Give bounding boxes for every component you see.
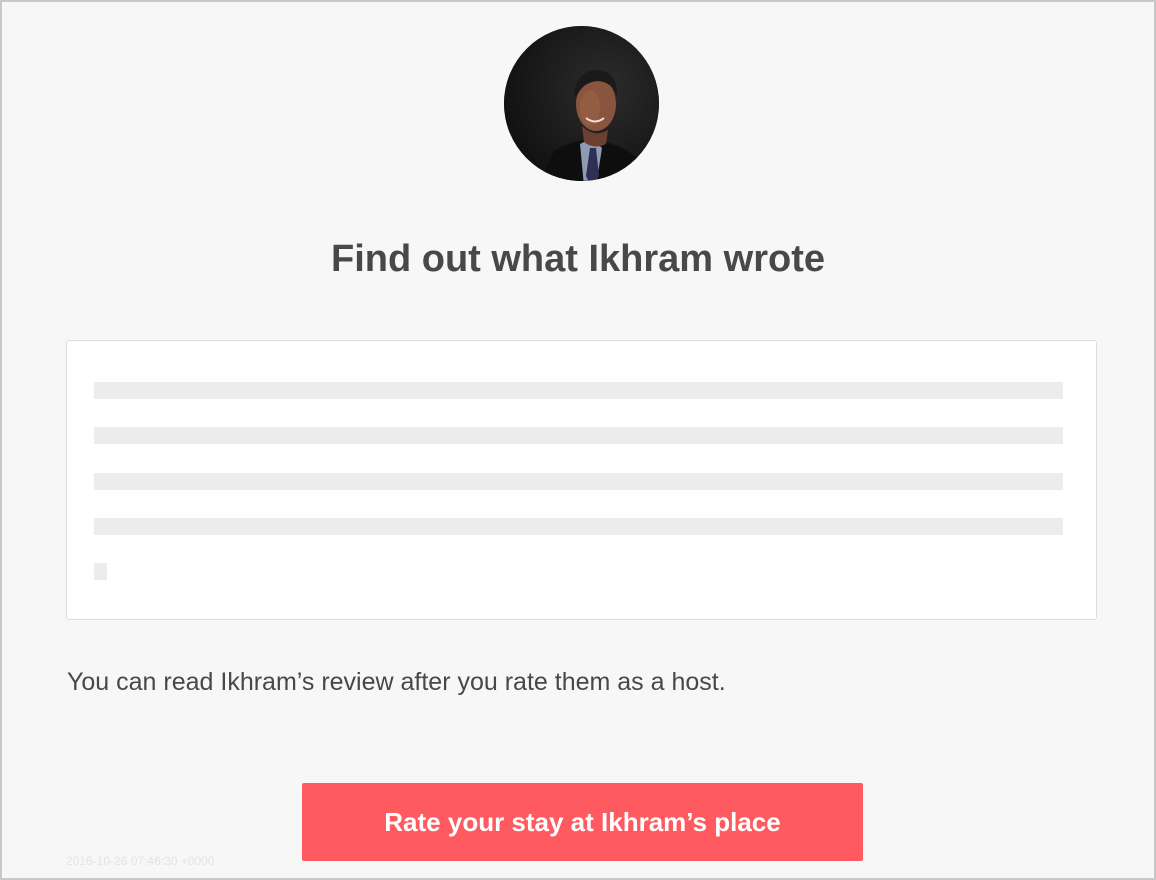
redacted-review-line (94, 382, 1063, 399)
redacted-review-line (94, 473, 1063, 490)
hidden-review-card (66, 340, 1097, 620)
host-avatar (504, 26, 659, 181)
email-frame: Find out what Ikhram wrote You can read … (0, 0, 1156, 880)
sent-timestamp: 2016-10-26 07:46:30 +0000 (66, 854, 215, 868)
rate-stay-button[interactable]: Rate your stay at Ikhram’s place (302, 783, 863, 861)
redacted-review-line (94, 563, 107, 580)
review-unlock-notice: You can read Ikhram’s review after you r… (67, 668, 726, 696)
redacted-review-line (94, 518, 1063, 535)
person-photo-icon (504, 26, 659, 181)
page-title: Find out what Ikhram wrote (330, 238, 826, 280)
redacted-review-line (94, 427, 1063, 444)
